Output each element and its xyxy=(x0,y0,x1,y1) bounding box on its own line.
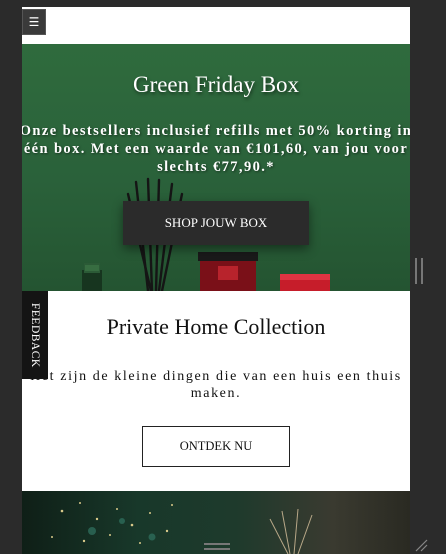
feedback-label: FEEDBACK xyxy=(29,302,41,368)
shop-box-button[interactable]: SHOP JOUW BOX xyxy=(123,201,309,245)
collection-description: Het zijn de kleine dingen die van een hu… xyxy=(30,369,402,401)
hero-description: Onze bestsellers inclusief refills met 5… xyxy=(22,123,410,175)
scroll-handle-icon[interactable] xyxy=(415,258,423,284)
menu-button[interactable]: ☰ xyxy=(22,9,46,35)
drag-handle-icon[interactable] xyxy=(204,543,230,550)
feedback-tab[interactable]: FEEDBACK xyxy=(22,291,48,379)
hamburger-icon: ☰ xyxy=(28,15,40,29)
collection-title: Private Home Collection xyxy=(106,314,326,339)
resize-grip-icon[interactable] xyxy=(414,538,428,552)
hero-banner: Green Friday Box Onze bestsellers inclus… xyxy=(22,44,410,291)
discover-button[interactable]: ONTDEK NU xyxy=(142,426,290,467)
hero-title: Green Friday Box xyxy=(132,72,300,97)
